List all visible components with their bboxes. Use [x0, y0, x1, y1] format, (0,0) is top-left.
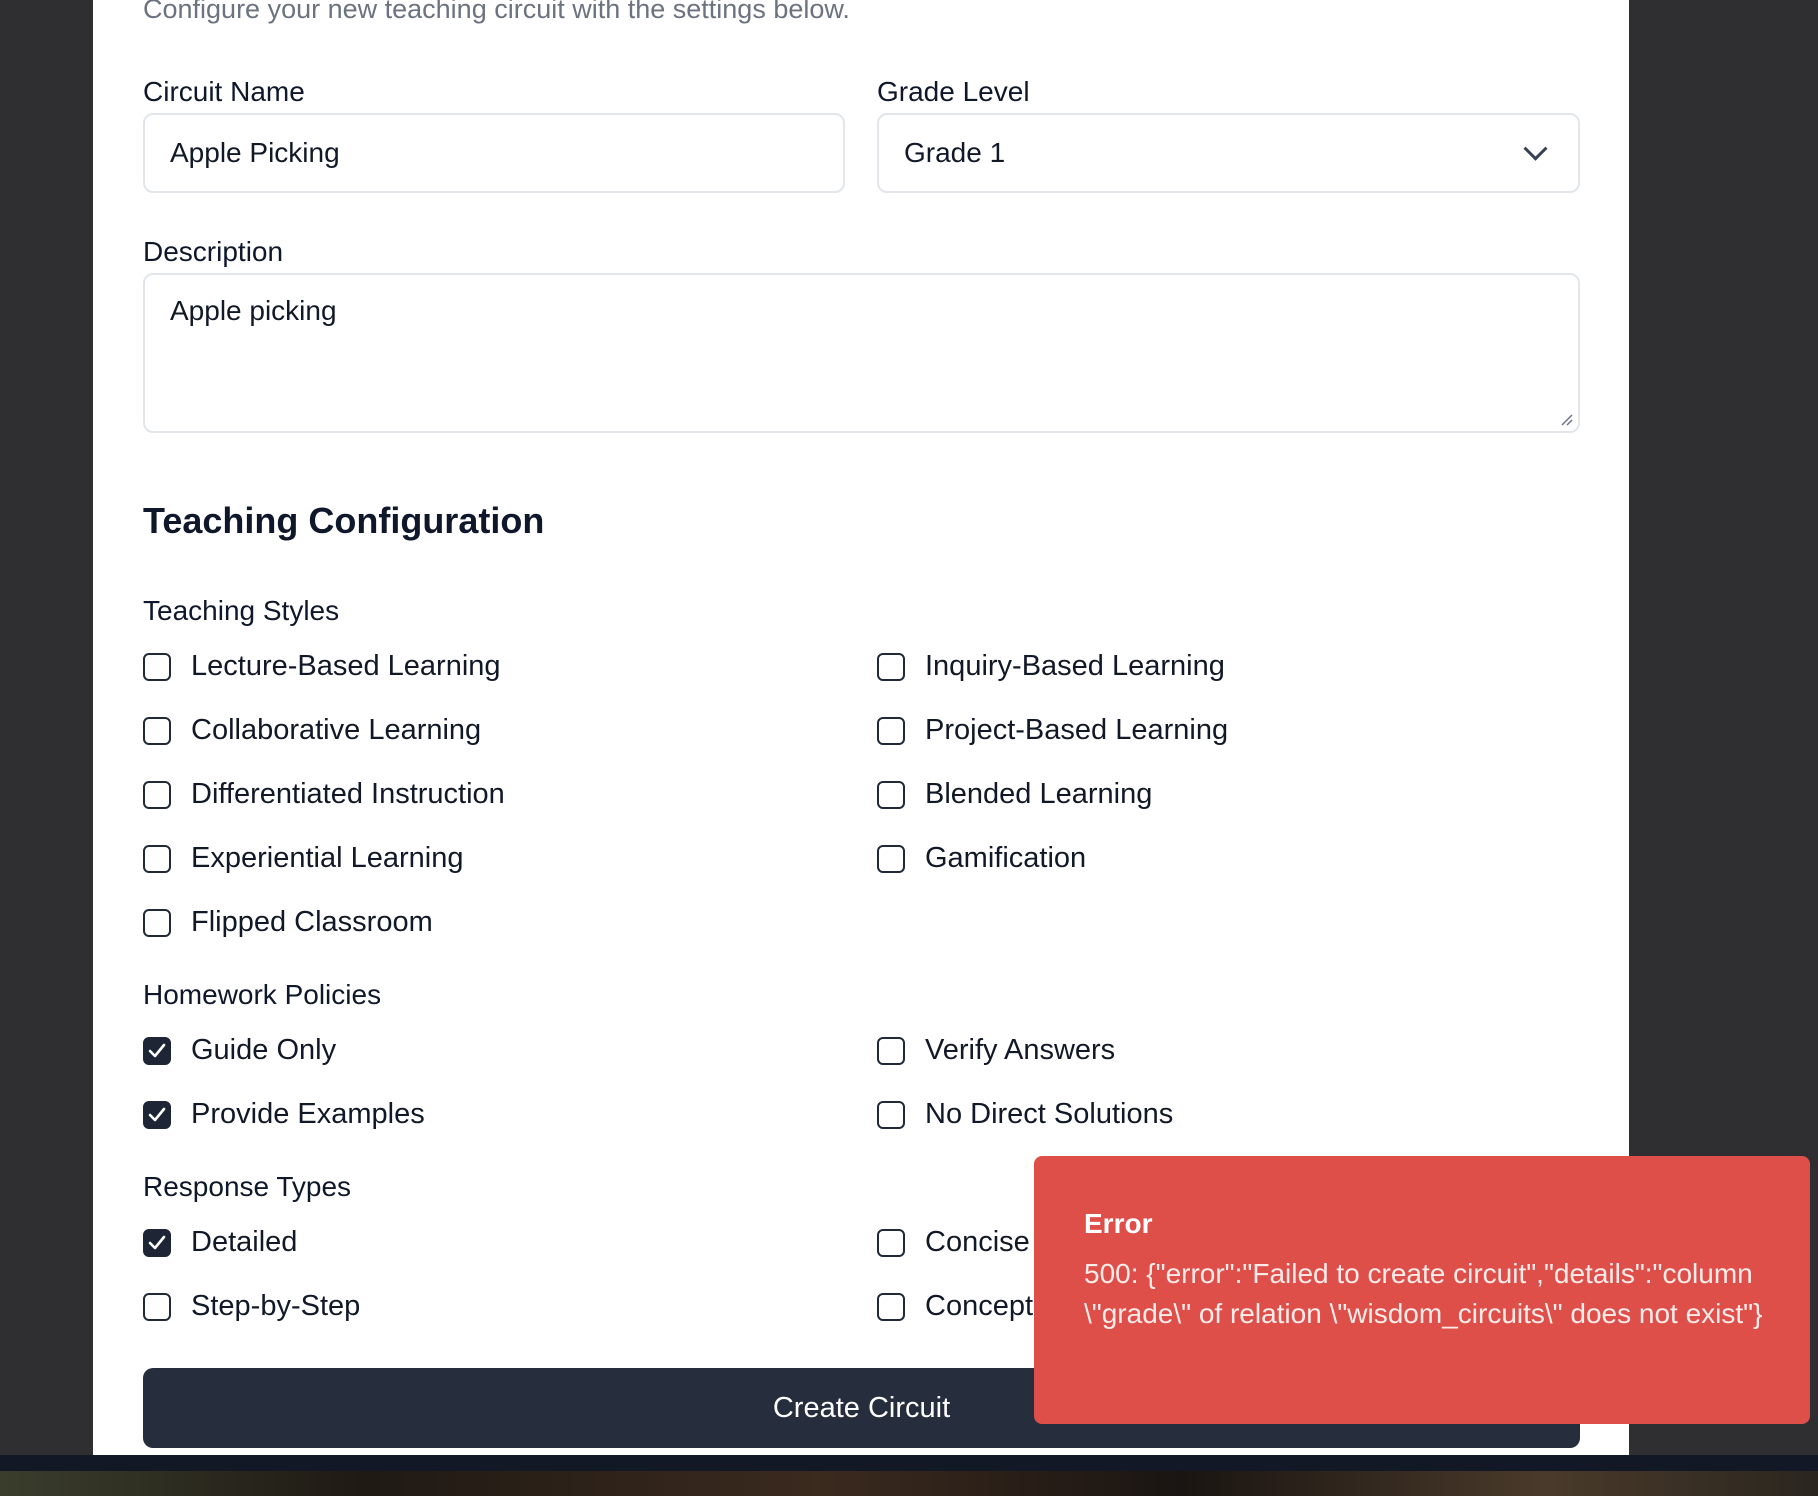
checkbox-label: Project-Based Learning [925, 714, 1229, 746]
checkbox-unchecked-icon[interactable] [143, 1292, 171, 1321]
checkbox-unchecked-icon[interactable] [877, 780, 905, 809]
checkbox-label: Flipped Classroom [191, 906, 433, 938]
background-strip [0, 1455, 1818, 1471]
checkbox-label: Gamification [925, 842, 1087, 874]
checkbox-unchecked-icon[interactable] [877, 716, 905, 745]
checkbox-unchecked-icon[interactable] [143, 780, 171, 809]
checkbox-label: Verify Answers [925, 1034, 1116, 1066]
checkbox-collaborative-learning[interactable]: Collaborative Learning [143, 714, 481, 747]
checkbox-label: Concept [925, 1290, 1034, 1322]
checkbox-unchecked-icon[interactable] [877, 1228, 905, 1257]
checkbox-concise[interactable]: Concise [877, 1226, 1030, 1259]
checkbox-unchecked-icon[interactable] [143, 908, 171, 937]
checkbox-no-direct-solutions[interactable]: No Direct Solutions [877, 1098, 1173, 1131]
teaching-styles-label: Teaching Styles [143, 595, 340, 626]
grade-level-value: Grade 1 [904, 137, 1006, 168]
checkbox-project-based-learning[interactable]: Project-Based Learning [877, 714, 1228, 747]
error-toast[interactable]: Error 500: {"error":"Failed to create ci… [1034, 1156, 1810, 1424]
checkbox-unchecked-icon[interactable] [143, 652, 171, 681]
checkbox-label: Blended Learning [925, 778, 1153, 810]
checkbox-concept[interactable]: Concept [877, 1290, 1033, 1323]
checkbox-label: Guide Only [191, 1034, 337, 1066]
checkbox-label: No Direct Solutions [925, 1098, 1174, 1130]
checkbox-label: Experiential Learning [191, 842, 464, 874]
checkbox-unchecked-icon[interactable] [877, 844, 905, 873]
checkbox-inquiry-based-learning[interactable]: Inquiry-Based Learning [877, 650, 1225, 683]
checkbox-label: Differentiated Instruction [191, 778, 505, 810]
grade-level-label: Grade Level [877, 76, 1030, 107]
checkbox-blended-learning[interactable]: Blended Learning [877, 778, 1152, 811]
checkbox-label: Collaborative Learning [191, 714, 482, 746]
checkbox-checked-icon[interactable] [143, 1100, 171, 1129]
checkbox-unchecked-icon[interactable] [143, 716, 171, 745]
chevron-down-icon [1523, 136, 1548, 161]
circuit-name-value: Apple Picking [170, 137, 340, 168]
checkbox-detailed[interactable]: Detailed [143, 1226, 297, 1259]
checkbox-unchecked-icon[interactable] [143, 844, 171, 873]
grade-level-select[interactable]: Grade 1 [877, 113, 1580, 193]
circuit-name-label: Circuit Name [143, 76, 305, 107]
checkbox-verify-answers[interactable]: Verify Answers [877, 1034, 1115, 1067]
description-textarea[interactable]: Apple picking [143, 273, 1580, 433]
response-types-label: Response Types [143, 1171, 352, 1202]
checkbox-gamification[interactable]: Gamification [877, 842, 1086, 875]
teaching-configuration-heading: Teaching Configuration [143, 500, 545, 541]
checkbox-unchecked-icon[interactable] [877, 1036, 905, 1065]
checkbox-label: Detailed [191, 1226, 298, 1258]
checkbox-experiential-learning[interactable]: Experiential Learning [143, 842, 463, 875]
checkbox-unchecked-icon[interactable] [877, 1100, 905, 1129]
toast-title: Error [1084, 1208, 1153, 1239]
checkbox-lecture-based-learning[interactable]: Lecture-Based Learning [143, 650, 501, 683]
description-label: Description [143, 236, 284, 267]
checkbox-label: Concise [925, 1226, 1030, 1258]
resize-grip-icon[interactable] [1558, 411, 1574, 427]
checkbox-label: Step-by-Step [191, 1290, 361, 1322]
checkbox-provide-examples[interactable]: Provide Examples [143, 1098, 425, 1131]
circuit-name-input[interactable]: Apple Picking [143, 113, 845, 193]
checkbox-step-by-step[interactable]: Step-by-Step [143, 1290, 360, 1323]
toast-message: 500: {"error":"Failed to create circuit"… [1084, 1258, 1763, 1329]
checkbox-label: Lecture-Based Learning [191, 650, 501, 682]
checkbox-differentiated-instruction[interactable]: Differentiated Instruction [143, 778, 505, 811]
checkbox-flipped-classroom[interactable]: Flipped Classroom [143, 906, 433, 939]
checkbox-checked-icon[interactable] [143, 1228, 171, 1257]
checkbox-label: Inquiry-Based Learning [925, 650, 1225, 682]
checkbox-guide-only[interactable]: Guide Only [143, 1034, 336, 1067]
homework-policies-label: Homework Policies [143, 979, 382, 1010]
description-value: Apple picking [170, 295, 337, 326]
checkbox-checked-icon[interactable] [143, 1036, 171, 1065]
checkbox-label: Provide Examples [191, 1098, 425, 1130]
checkbox-unchecked-icon[interactable] [877, 1292, 905, 1321]
form-subtitle: Configure your new teaching circuit with… [143, 0, 850, 24]
checkbox-unchecked-icon[interactable] [877, 652, 905, 681]
